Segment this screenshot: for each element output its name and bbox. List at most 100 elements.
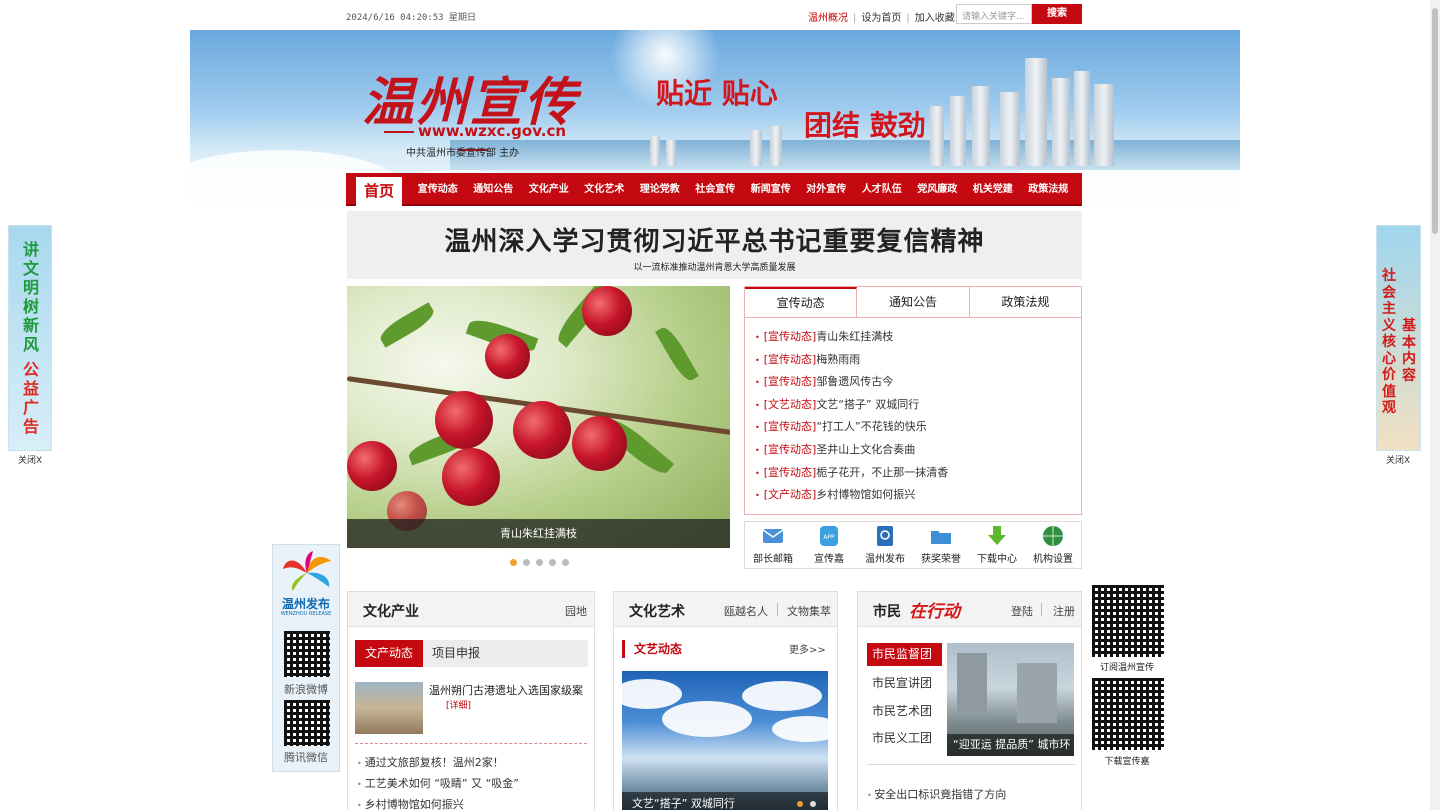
scrollbar-thumb[interactable] bbox=[1432, 8, 1438, 234]
news-tab[interactable]: 宣传动态 bbox=[745, 287, 858, 317]
more-link[interactable]: 更多>> bbox=[789, 641, 826, 656]
link-wenzhou-overview[interactable]: 温州概况 bbox=[808, 13, 848, 24]
news-item[interactable]: • [文产动态]乡村博物馆如何振兴 bbox=[755, 484, 1081, 507]
link-cultural-relics[interactable]: 文物集萃 bbox=[787, 603, 831, 619]
nav-item[interactable]: 文化产业 bbox=[521, 173, 577, 206]
culture-industry-item[interactable]: • 工艺美术如何 “吸睛” 又 “吸金” bbox=[357, 773, 519, 794]
login-link[interactable]: 登陆 bbox=[1011, 603, 1033, 619]
tab-project-application[interactable]: 项目申报 bbox=[432, 640, 480, 667]
nav-item[interactable]: 文化艺术 bbox=[577, 173, 633, 206]
register-link[interactable]: 注册 bbox=[1053, 603, 1075, 619]
nav-item[interactable]: 理论党教 bbox=[632, 173, 688, 206]
panel-culture-industry-title[interactable]: 文化产业 bbox=[363, 601, 419, 621]
news-tab[interactable]: 政策法规 bbox=[969, 287, 1081, 317]
nav-item[interactable]: 党风廉政 bbox=[910, 173, 966, 206]
search-input[interactable]: 请输入关键字... bbox=[956, 4, 1032, 24]
slideshow-dot[interactable] bbox=[510, 559, 517, 566]
sina-weibo-qr-code[interactable] bbox=[284, 631, 330, 677]
feature-thumbnail[interactable] bbox=[355, 682, 423, 734]
headline-title[interactable]: 温州深入学习贯彻习近平总书记重要复信精神 bbox=[347, 221, 1082, 258]
tab-culture-industry-news[interactable]: 文产动态 bbox=[355, 640, 423, 667]
citizen-news-item[interactable]: • 安全出口标识竟指错了方向 bbox=[867, 786, 1006, 802]
news-item-tag[interactable]: [文产动态] bbox=[764, 488, 817, 501]
news-item-title[interactable]: 栀子花开，不止那一抹清香 bbox=[816, 466, 948, 479]
nav-item[interactable]: 政策法规 bbox=[1021, 173, 1077, 206]
citizen-group-tab[interactable]: 市民义工团 bbox=[867, 725, 942, 753]
panel-culture-art-title[interactable]: 文化艺术 bbox=[629, 601, 685, 621]
news-item[interactable]: • [宣传动态]“打工人”不花钱的快乐 bbox=[755, 416, 1081, 439]
citizen-group-tab[interactable]: 市民艺术团 bbox=[867, 698, 942, 726]
quick-link-mail[interactable]: 部长邮箱 bbox=[745, 522, 801, 568]
page-scrollbar[interactable] bbox=[1430, 0, 1440, 810]
nav-item[interactable]: 通知公告 bbox=[466, 173, 522, 206]
sina-weibo-label[interactable]: 新浪微博 bbox=[273, 681, 339, 697]
nav-item[interactable]: 新闻宣传 bbox=[743, 173, 799, 206]
tencent-wechat-label[interactable]: 腾讯微信 bbox=[273, 749, 339, 765]
quick-link-folder[interactable]: 获奖荣誉 bbox=[913, 522, 969, 568]
news-item-tag[interactable]: [宣传动态] bbox=[764, 375, 817, 388]
photo-slideshow[interactable]: 青山朱红挂满枝 bbox=[347, 286, 730, 548]
nav-item[interactable]: 对外宣传 bbox=[799, 173, 855, 206]
culture-industry-item-title[interactable]: 通过文旅部复核！温州2家！ bbox=[365, 756, 504, 769]
news-item[interactable]: • [宣传动态]邹鲁遗风传古今 bbox=[755, 371, 1081, 394]
news-item-title[interactable]: 梅熟雨雨 bbox=[816, 353, 860, 366]
culture-industry-item-title[interactable]: 工艺美术如何 “吸睛” 又 “吸金” bbox=[365, 777, 519, 790]
ad-left-line-2: 公益广告 bbox=[22, 360, 39, 436]
slideshow-dot[interactable] bbox=[523, 559, 530, 566]
quick-link-globe[interactable]: 机构设置 bbox=[1025, 522, 1081, 568]
nav-item[interactable]: 宣传动态 bbox=[410, 173, 466, 206]
news-item-tag[interactable]: [宣传动态] bbox=[764, 466, 817, 479]
left-floating-ad[interactable]: 讲文明树新风 公益广告 bbox=[8, 225, 52, 451]
citizen-group-tab[interactable]: 市民宣讲团 bbox=[867, 670, 942, 698]
news-item-title[interactable]: 圣井山上文化合奏曲 bbox=[816, 443, 915, 456]
link-add-favorite[interactable]: 加入收藏 bbox=[915, 13, 955, 24]
citizen-group-tab[interactable]: 市民监督团 bbox=[867, 643, 942, 666]
slideshow-dot[interactable] bbox=[536, 559, 543, 566]
search-button[interactable]: 搜索 bbox=[1032, 4, 1082, 24]
culture-industry-item[interactable]: • 乡村博物馆如何振兴 bbox=[357, 794, 519, 810]
culture-industry-item[interactable]: • 通过文旅部复核！温州2家！ bbox=[357, 752, 519, 773]
news-item[interactable]: • [宣传动态]栀子花开，不止那一抹清香 bbox=[755, 462, 1081, 485]
tencent-wechat-qr-code[interactable] bbox=[284, 700, 330, 746]
slideshow-dot[interactable] bbox=[562, 559, 569, 566]
nav-item[interactable]: 机关党建 bbox=[965, 173, 1021, 206]
news-item-title[interactable]: “打工人”不花钱的快乐 bbox=[816, 420, 926, 433]
news-item[interactable]: • [宣传动态]梅熟雨雨 bbox=[755, 349, 1081, 372]
bullet-icon: • bbox=[755, 491, 760, 501]
link-famous-people[interactable]: 瓯越名人 bbox=[724, 603, 768, 619]
news-item-tag[interactable]: [宣传动态] bbox=[764, 420, 817, 433]
citizen-photo[interactable]: “迎亚运 提品质” 城市环 bbox=[947, 643, 1074, 756]
news-item[interactable]: • [文艺动态]文艺“搭子” 双城同行 bbox=[755, 394, 1081, 417]
news-tab[interactable]: 通知公告 bbox=[857, 287, 970, 317]
link-garden[interactable]: 园地 bbox=[565, 603, 587, 619]
feature-title[interactable]: 温州朔门古港遗址入选国家级案 bbox=[429, 682, 583, 698]
slideshow-caption[interactable]: 青山朱红挂满枝 bbox=[347, 519, 730, 548]
news-item-title[interactable]: 青山朱红挂满枝 bbox=[816, 330, 893, 343]
culture-industry-item-title[interactable]: 乡村博物馆如何振兴 bbox=[365, 798, 464, 810]
news-item-title[interactable]: 邹鲁遗风传古今 bbox=[816, 375, 893, 388]
news-item-tag[interactable]: [宣传动态] bbox=[764, 330, 817, 343]
close-left-ad-button[interactable]: 关闭X bbox=[18, 453, 42, 466]
news-item[interactable]: • [宣传动态]青山朱红挂满枝 bbox=[755, 326, 1081, 349]
close-right-ad-button[interactable]: 关闭X bbox=[1386, 453, 1410, 466]
news-item-tag[interactable]: [宣传动态] bbox=[764, 443, 817, 456]
news-item-title[interactable]: 文艺“搭子” 双城同行 bbox=[816, 398, 919, 411]
panel-citizen-title[interactable]: 市民 bbox=[873, 601, 901, 621]
art-news-photo[interactable]: 文艺“搭子” 双城同行 bbox=[622, 671, 828, 810]
feature-detail-link[interactable]: [详细] bbox=[446, 698, 471, 711]
headline-banner[interactable]: 温州深入学习贯彻习近平总书记重要复信精神 以一流标准推动温州肯恩大学高质量发展 bbox=[347, 211, 1082, 279]
news-item-tag[interactable]: [宣传动态] bbox=[764, 353, 817, 366]
nav-item[interactable]: 人才队伍 bbox=[854, 173, 910, 206]
nav-item[interactable]: 社会宣传 bbox=[688, 173, 744, 206]
quick-link-book[interactable]: 温州发布 bbox=[857, 522, 913, 568]
right-floating-ad[interactable]: 社会主义核心价值观 基本内容 bbox=[1376, 225, 1421, 451]
quick-link-app[interactable]: APP 宣传嘉 bbox=[801, 522, 857, 568]
link-set-homepage[interactable]: 设为首页 bbox=[861, 13, 901, 24]
nav-home[interactable]: 首页 bbox=[356, 177, 402, 206]
bullet-icon: • bbox=[755, 400, 760, 410]
news-item-tag[interactable]: [文艺动态] bbox=[764, 398, 817, 411]
news-item-title[interactable]: 乡村博物馆如何振兴 bbox=[816, 488, 915, 501]
slideshow-dot[interactable] bbox=[549, 559, 556, 566]
news-item[interactable]: • [宣传动态]圣井山上文化合奏曲 bbox=[755, 439, 1081, 462]
quick-link-download[interactable]: 下载中心 bbox=[969, 522, 1025, 568]
